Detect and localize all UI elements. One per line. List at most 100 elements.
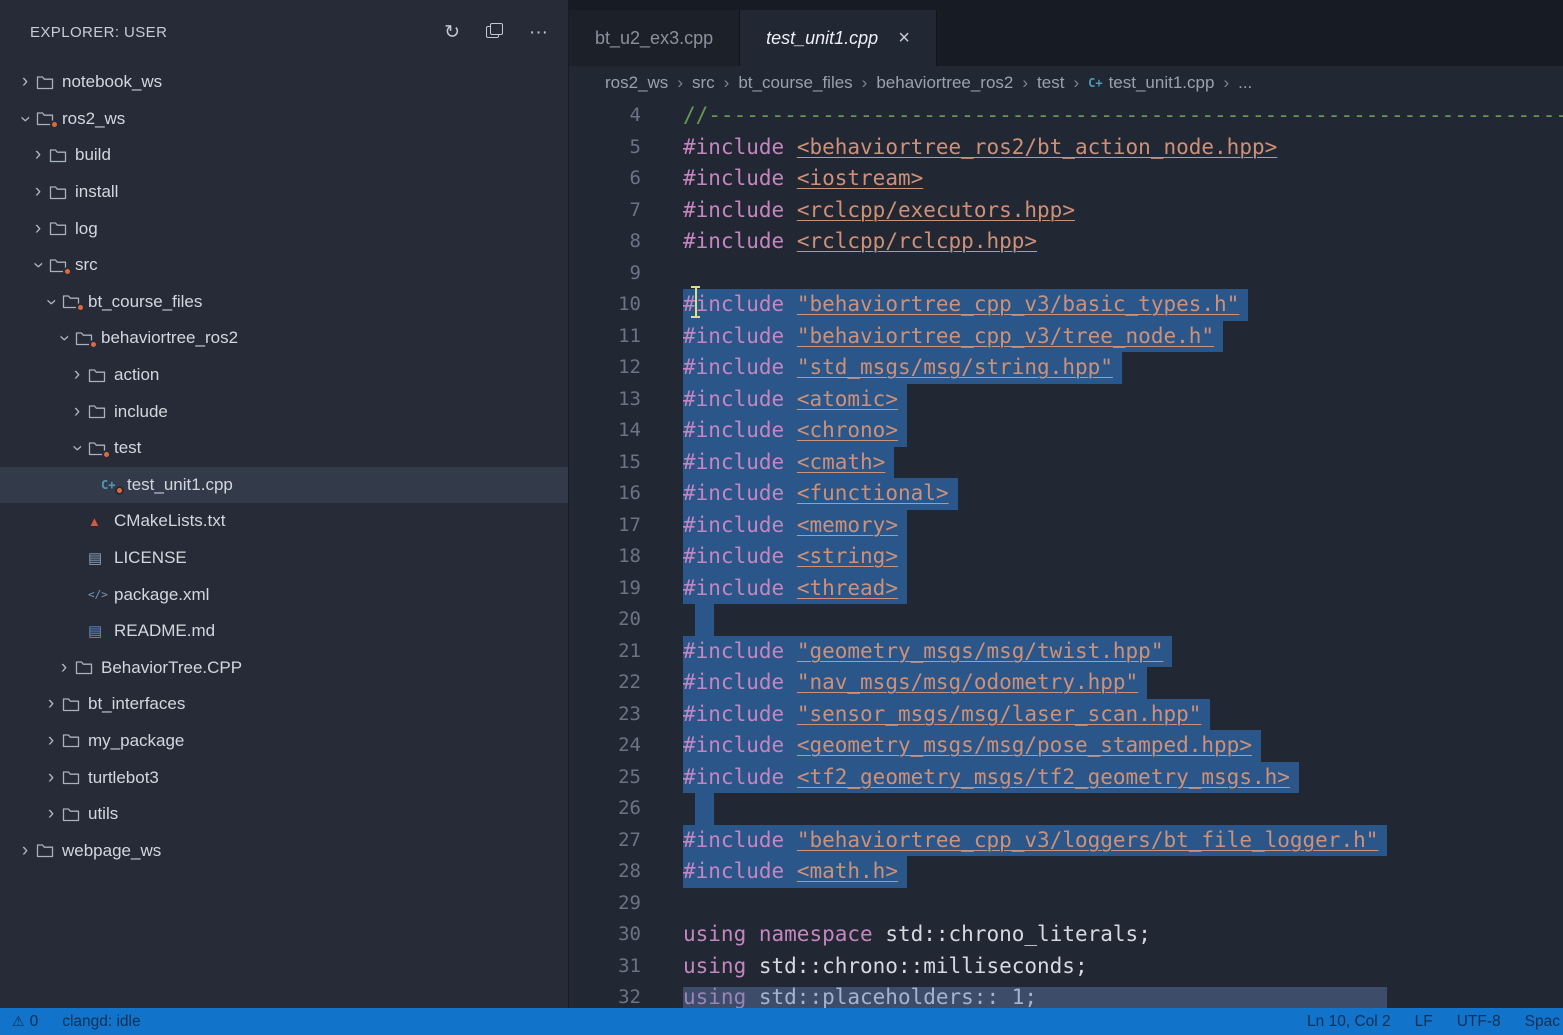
code-line-12[interactable]: 12#include "std_msgs/msg/string.hpp" (569, 352, 1563, 384)
tree-item-CMakeLists.txt[interactable]: ▲CMakeLists.txt (0, 503, 568, 540)
breadcrumb-item-bt_course_files[interactable]: bt_course_files (738, 73, 852, 93)
code-line-6[interactable]: 6#include <iostream> (569, 163, 1563, 195)
tree-item-src[interactable]: ›src (0, 247, 568, 284)
code-line-7[interactable]: 7#include <rclcpp/executors.hpp> (569, 195, 1563, 227)
tree-item-include[interactable]: ›include (0, 393, 568, 430)
breadcrumb-item-src[interactable]: src (692, 73, 715, 93)
folder-icon (88, 441, 114, 456)
tree-item-utils[interactable]: ›utils (0, 796, 568, 833)
tab-bt_u2_ex3.cpp[interactable]: bt_u2_ex3.cpp (569, 10, 740, 66)
chevron-right-icon[interactable]: › (53, 657, 75, 679)
chevron-right-icon[interactable]: › (14, 71, 36, 93)
tree-item-test_unit1.cpp[interactable]: C+test_unit1.cpp (0, 467, 568, 504)
code-line-30[interactable]: 30using namespace std::chrono_literals; (569, 919, 1563, 951)
chevron-right-icon[interactable]: › (40, 730, 62, 752)
line-number: 7 (569, 195, 641, 227)
code-line-19[interactable]: 19#include <thread> (569, 573, 1563, 605)
horizontal-scrollbar[interactable] (683, 987, 1387, 1008)
tree-item-turtlebot3[interactable]: ›turtlebot3 (0, 759, 568, 796)
tree-item-bt_interfaces[interactable]: ›bt_interfaces (0, 686, 568, 723)
token: #include (683, 670, 784, 694)
code-line-14[interactable]: 14#include <chrono> (569, 415, 1563, 447)
code-line-17[interactable]: 17#include <memory> (569, 510, 1563, 542)
tree-item-log[interactable]: ›log (0, 210, 568, 247)
tab-test_unit1.cpp[interactable]: test_unit1.cpp× (740, 10, 937, 66)
token (746, 954, 759, 978)
indentation-indicator[interactable]: Spac (1525, 1013, 1560, 1031)
chevron-down-icon[interactable]: › (53, 327, 75, 349)
code-line-18[interactable]: 18#include <string> (569, 541, 1563, 573)
chevron-down-icon[interactable]: › (40, 291, 62, 313)
tree-item-notebook_ws[interactable]: › notebook_ws (0, 64, 568, 101)
code-line-26[interactable]: 26 (569, 793, 1563, 825)
tree-item-ros2_ws[interactable]: ›ros2_ws (0, 101, 568, 138)
close-icon[interactable]: × (898, 28, 910, 48)
problems-indicator[interactable]: ⚠0 (12, 1013, 38, 1031)
code-line-31[interactable]: 31using std::chrono::milliseconds; (569, 951, 1563, 983)
refresh-icon[interactable]: ↻ (444, 23, 460, 42)
code-line-10[interactable]: 10#include "behaviortree_cpp_v3/basic_ty… (569, 289, 1563, 321)
code-line-8[interactable]: 8#include <rclcpp/rclcpp.hpp> (569, 226, 1563, 258)
code-line-21[interactable]: 21#include "geometry_msgs/msg/twist.hpp" (569, 636, 1563, 668)
chevron-right-icon[interactable]: › (66, 364, 88, 386)
code-line-13[interactable]: 13#include <atomic> (569, 384, 1563, 416)
chevron-right-icon[interactable]: › (66, 401, 88, 423)
cursor-position[interactable]: Ln 10, Col 2 (1307, 1013, 1391, 1031)
tree-item-package.xml[interactable]: </>package.xml (0, 576, 568, 613)
more-actions-icon[interactable]: ··· (529, 23, 548, 42)
code-line-23[interactable]: 23#include "sensor_msgs/msg/laser_scan.h… (569, 699, 1563, 731)
chevron-right-icon[interactable]: › (40, 803, 62, 825)
tree-item-README.md[interactable]: ▤README.md (0, 613, 568, 650)
eol-indicator[interactable]: LF (1415, 1013, 1433, 1031)
code-line-27[interactable]: 27#include "behaviortree_cpp_v3/loggers/… (569, 825, 1563, 857)
chevron-right-icon[interactable]: › (27, 144, 49, 166)
breadcrumb-label: ros2_ws (605, 73, 668, 93)
chevron-down-icon[interactable]: › (27, 254, 49, 276)
code-line-15[interactable]: 15#include <cmath> (569, 447, 1563, 479)
code-line-22[interactable]: 22#include "nav_msgs/msg/odometry.hpp" (569, 667, 1563, 699)
code-line-text: #include "nav_msgs/msg/odometry.hpp" (683, 667, 1147, 699)
code-line-25[interactable]: 25#include <tf2_geometry_msgs/tf2_geomet… (569, 762, 1563, 794)
code-line-11[interactable]: 11#include "behaviortree_cpp_v3/tree_nod… (569, 321, 1563, 353)
tree-item-my_package[interactable]: ›my_package (0, 723, 568, 760)
license-file-icon: ▤ (88, 549, 114, 567)
code-line-24[interactable]: 24#include <geometry_msgs/msg/pose_stamp… (569, 730, 1563, 762)
chevron-right-icon[interactable]: › (14, 840, 36, 862)
tree-item-action[interactable]: ›action (0, 357, 568, 394)
token: <cmath> (797, 450, 886, 474)
tree-item-webpage_ws[interactable]: ›webpage_ws (0, 832, 568, 869)
tree-item-install[interactable]: ›install (0, 174, 568, 211)
code-line-29[interactable]: 29 (569, 888, 1563, 920)
tree-item-BehaviorTree.CPP[interactable]: ›BehaviorTree.CPP (0, 650, 568, 687)
tree-item-test[interactable]: ›test (0, 430, 568, 467)
breadcrumb-item-test[interactable]: test (1037, 73, 1064, 93)
tree-item-LICENSE[interactable]: ▤LICENSE (0, 540, 568, 577)
code-line-4[interactable]: 4//-------------------------------------… (569, 100, 1563, 132)
token: //--------------------------------------… (683, 103, 1563, 127)
clangd-status[interactable]: clangd: idle (62, 1013, 140, 1031)
breadcrumb-item-ros2_ws[interactable]: ros2_ws (605, 73, 668, 93)
tree-item-behaviortree_ros2[interactable]: ›behaviortree_ros2 (0, 320, 568, 357)
chevron-down-icon[interactable]: › (14, 108, 36, 130)
tree-item-build[interactable]: ›build (0, 137, 568, 174)
tree-item-bt_course_files[interactable]: ›bt_course_files (0, 284, 568, 321)
breadcrumb-item-test_unit1.cpp[interactable]: C+test_unit1.cpp (1088, 73, 1214, 93)
chevron-right-icon[interactable]: › (40, 767, 62, 789)
chevron-down-icon[interactable]: › (66, 437, 88, 459)
chevron-right-icon[interactable]: › (27, 181, 49, 203)
cpp-file-icon: C+ (101, 478, 127, 492)
code-line-16[interactable]: 16#include <functional> (569, 478, 1563, 510)
code-line-28[interactable]: 28#include <math.h> (569, 856, 1563, 888)
code-line-9[interactable]: 9 (569, 258, 1563, 290)
code-line-20[interactable]: 20 (569, 604, 1563, 636)
encoding-indicator[interactable]: UTF-8 (1457, 1013, 1501, 1031)
chevron-right-icon[interactable]: › (27, 218, 49, 240)
open-editors-icon[interactable] (486, 23, 503, 42)
chevron-right-icon[interactable]: › (40, 693, 62, 715)
code-line-5[interactable]: 5#include <behaviortree_ros2/bt_action_n… (569, 132, 1563, 164)
line-number: 26 (569, 793, 641, 825)
tree-item-label: notebook_ws (62, 72, 162, 92)
code-editor[interactable]: 4//-------------------------------------… (569, 100, 1563, 1008)
breadcrumb-item-...[interactable]: ... (1238, 73, 1252, 93)
breadcrumb-item-behaviortree_ros2[interactable]: behaviortree_ros2 (876, 73, 1013, 93)
